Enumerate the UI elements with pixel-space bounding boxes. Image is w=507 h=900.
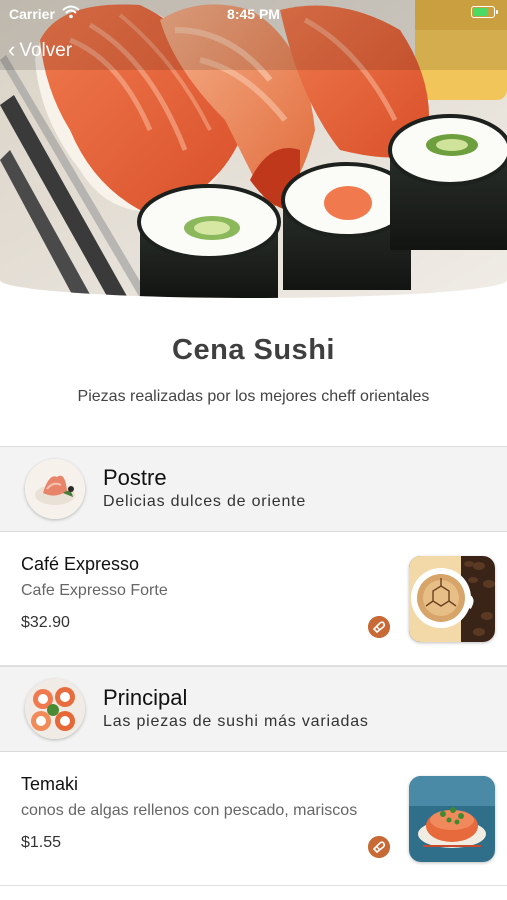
item-price: $1.55	[21, 834, 62, 851]
page-subtitle: Piezas realizadas por los mejores cheff …	[77, 388, 430, 405]
item-description: conos de algas rellenos con pescado, mar…	[21, 802, 358, 819]
menu-item-row[interactable]: Café Expresso Cafe Expresso Forte $32.90	[0, 532, 507, 666]
item-thumbnail	[409, 776, 495, 862]
back-button-label: Volver	[19, 40, 73, 61]
section-title: Postre	[103, 465, 167, 490]
battery-icon	[471, 6, 498, 18]
coffee-image	[409, 556, 495, 642]
sushi-icon	[25, 679, 85, 739]
temaki-image	[409, 776, 495, 862]
section-avatar-principal	[25, 679, 85, 739]
section-description: Las piezas de sushi más variadas	[103, 713, 369, 730]
page-title: Cena Sushi	[172, 334, 335, 366]
status-time: 8:45 PM	[227, 6, 280, 22]
chevron-left-icon: ‹	[8, 37, 16, 62]
hero-image: Carrier 8:45 PM ‹ Volver	[0, 0, 507, 298]
section-header-principal: Principal Las piezas de sushi más variad…	[0, 666, 507, 752]
section-description: Delicias dulces de oriente	[103, 493, 307, 510]
item-name: Café Expresso	[21, 554, 140, 574]
section-avatar-postre	[25, 459, 85, 519]
section-title: Principal	[103, 685, 188, 710]
status-bar: Carrier 8:45 PM	[0, 0, 507, 28]
add-to-cart-icon[interactable]	[368, 836, 390, 858]
add-to-cart-icon[interactable]	[368, 616, 390, 638]
item-name: Temaki	[21, 774, 79, 794]
back-button[interactable]: ‹ Volver	[8, 37, 73, 62]
dessert-icon	[25, 459, 85, 519]
section-header-postre: Postre Delicias dulces de oriente	[0, 446, 507, 532]
item-description: Cafe Expresso Forte	[21, 582, 168, 599]
item-thumbnail	[409, 556, 495, 642]
menu-item-row[interactable]: Temaki conos de algas rellenos con pesca…	[0, 752, 507, 886]
item-price: $32.90	[21, 614, 70, 631]
sushi-photo	[0, 0, 507, 298]
